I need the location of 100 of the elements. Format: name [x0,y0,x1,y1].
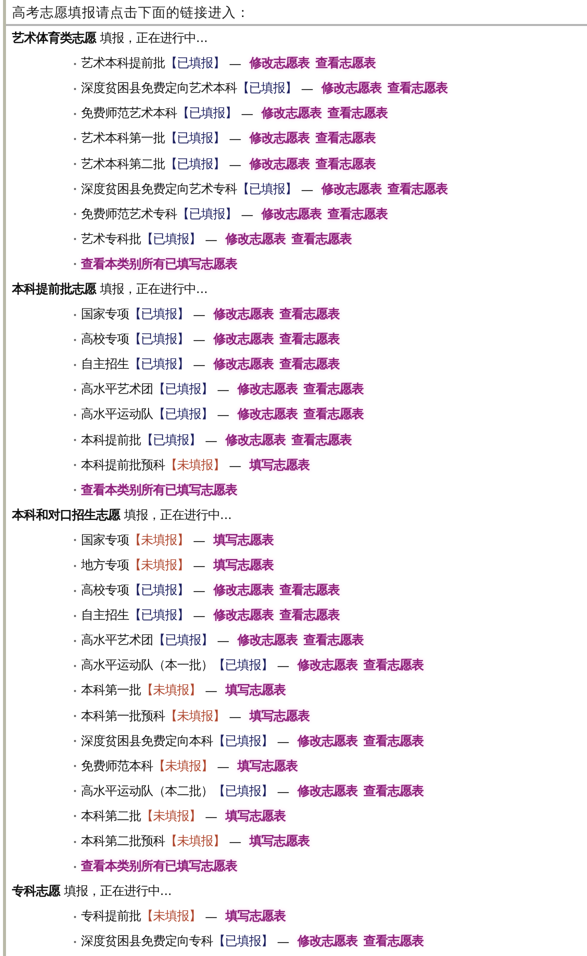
form-link[interactable]: 查看志愿表 [303,406,364,424]
fill-status: 【已填报】 [129,582,189,600]
form-link[interactable]: 查看志愿表 [327,206,388,223]
batch-name: 地方专项 [81,557,129,574]
form-link[interactable]: 填写志愿表 [225,808,286,825]
form-link[interactable]: 填写志愿表 [213,532,274,549]
form-link[interactable]: 查看志愿表 [315,55,376,72]
view-all-link[interactable]: 查看本类别所有已填写志愿表 [81,858,237,876]
form-link[interactable]: 查看志愿表 [279,306,340,324]
form-link[interactable]: 修改志愿表 [297,657,358,674]
form-link[interactable]: 查看志愿表 [291,230,352,248]
form-link[interactable]: 查看志愿表 [387,180,448,198]
form-link[interactable]: 查看志愿表 [315,156,376,173]
form-link[interactable]: 修改志愿表 [261,206,322,223]
fill-status: 【已填报】 [129,356,189,374]
fill-status: 【已填报】 [165,55,225,72]
dash-separator: — [193,357,206,372]
batch-name: 免费师范本科 [81,758,153,775]
dash-separator: — [205,683,218,698]
form-link[interactable]: 修改志愿表 [297,782,358,800]
form-link[interactable]: 查看志愿表 [279,607,340,624]
batch-name: 专科提前批 [81,908,141,926]
section-status: 填报，正在进行中... [100,280,208,298]
fill-status: 【未填报】 [153,758,213,775]
form-link[interactable]: 查看志愿表 [315,130,376,148]
dash-separator: — [277,934,290,950]
form-link[interactable]: 修改志愿表 [249,130,310,148]
dash-separator: — [277,658,290,674]
dash-separator: — [217,633,230,648]
form-link[interactable]: 查看志愿表 [387,80,448,98]
form-link[interactable]: 填写志愿表 [225,682,286,700]
fill-status: 【已填报】 [153,632,213,650]
form-link[interactable]: 修改志愿表 [237,406,298,424]
form-link[interactable]: 查看志愿表 [363,933,424,950]
form-link[interactable]: 填写志愿表 [213,557,274,574]
dash-separator: — [205,909,218,924]
form-link[interactable]: 修改志愿表 [261,105,322,122]
fill-status: 【已填报】 [129,607,189,624]
form-link[interactable]: 修改志愿表 [297,933,358,950]
form-link[interactable]: 修改志愿表 [237,632,298,650]
form-link[interactable]: 修改志愿表 [225,230,286,248]
batch-name: 艺术专科批 [81,230,141,248]
view-all-link[interactable]: 查看本类别所有已填写志愿表 [81,482,237,499]
batch-name: 高校专项 [81,582,129,600]
section-title: 艺术体育类志愿 [12,30,96,48]
batch-name: 高水平艺术团 [81,381,153,398]
form-link[interactable]: 修改志愿表 [237,381,298,398]
dash-separator: — [229,131,242,146]
fill-status: 【未填报】 [165,708,225,725]
form-link[interactable]: 修改志愿表 [249,156,310,173]
form-link[interactable]: 修改志愿表 [249,55,310,72]
batch-name: 自主招生 [81,607,129,624]
form-link[interactable]: 查看志愿表 [279,356,340,374]
form-link[interactable]: 查看志愿表 [363,782,424,800]
form-link[interactable]: 修改志愿表 [213,356,274,374]
form-link[interactable]: 修改志愿表 [225,432,286,449]
dash-separator: — [241,106,254,122]
fill-status: 【已填报】 [237,180,297,198]
fill-status: 【已填报】 [165,130,225,148]
fill-status: 【已填报】 [177,206,237,223]
form-link[interactable]: 填写志愿表 [249,833,310,850]
form-link[interactable]: 修改志愿表 [213,582,274,600]
form-link[interactable]: 修改志愿表 [213,607,274,624]
dash-separator: — [241,206,254,222]
fill-status: 【已填报】 [153,381,213,398]
dash-separator: — [229,56,242,72]
batch-name: 本科第二批预科 [81,833,165,850]
form-link[interactable]: 查看志愿表 [327,105,388,122]
view-all-link[interactable]: 查看本类别所有已填写志愿表 [81,256,237,273]
dash-separator: — [193,532,206,548]
dash-separator: — [229,708,242,724]
form-link[interactable]: 修改志愿表 [321,80,382,98]
form-link[interactable]: 填写志愿表 [249,456,310,474]
batch-name: 国家专项 [81,306,129,324]
form-link[interactable]: 填写志愿表 [225,908,286,926]
form-link[interactable]: 修改志愿表 [213,306,274,324]
form-link[interactable]: 填写志愿表 [237,758,298,775]
form-link[interactable]: 查看志愿表 [279,582,340,600]
form-link[interactable]: 修改志愿表 [213,331,274,348]
form-link[interactable]: 查看志愿表 [363,732,424,750]
form-link[interactable]: 查看志愿表 [303,632,364,650]
batch-name: 本科提前批预科 [81,456,165,474]
batch-name: 深度贫困县免费定向艺术专科 [81,180,237,198]
form-link[interactable]: 填写志愿表 [249,708,310,725]
batch-name: 高水平运动队 [81,406,153,424]
form-link[interactable]: 查看志愿表 [291,432,352,449]
batch-name: 本科提前批 [81,432,141,449]
form-link[interactable]: 查看志愿表 [363,657,424,674]
form-link[interactable]: 查看志愿表 [303,381,364,398]
fill-status: 【未填报】 [141,682,201,700]
batch-name: 本科第一批 [81,682,141,700]
section-title: 专科志愿 [12,883,60,900]
form-link[interactable]: 修改志愿表 [321,180,382,198]
batch-name: 深度贫困县免费定向本科 [81,732,213,750]
form-link[interactable]: 修改志愿表 [297,732,358,750]
dash-separator: — [301,81,314,96]
fill-status: 【已填报】 [213,782,273,800]
form-link[interactable]: 查看志愿表 [279,331,340,348]
section-title: 本科和对口招生志愿 [12,506,120,524]
dash-separator: — [193,583,206,598]
